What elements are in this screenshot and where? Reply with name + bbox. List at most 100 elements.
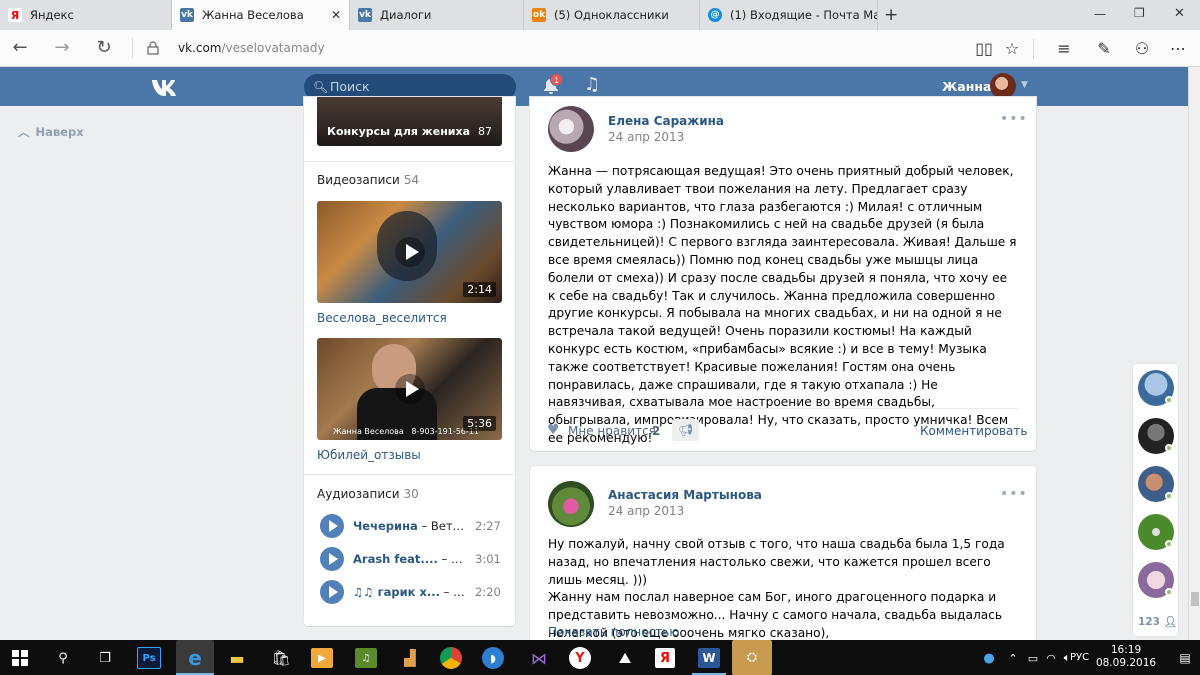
audio-title[interactable]: ОМ... bbox=[451, 552, 468, 566]
vk-logo-icon[interactable] bbox=[151, 79, 183, 97]
online-indicator bbox=[1165, 396, 1173, 404]
tab-zhanna-veselova[interactable]: vk Жанна Веселова ✕ bbox=[172, 0, 350, 30]
minimize-icon[interactable]: — bbox=[1094, 7, 1106, 21]
play-icon[interactable] bbox=[320, 514, 344, 538]
play-icon[interactable] bbox=[395, 374, 425, 404]
audio-section-title[interactable]: Аудиозаписи 30 bbox=[317, 487, 419, 501]
avatar[interactable] bbox=[548, 481, 594, 527]
back-label: Наверх bbox=[35, 125, 84, 139]
yandex-icon[interactable]: Я bbox=[655, 648, 675, 668]
avatar[interactable] bbox=[548, 106, 594, 152]
word-icon[interactable]: W bbox=[698, 648, 720, 668]
tab-mail[interactable]: @ (1) Входящие - Почта Mail. bbox=[700, 0, 878, 30]
close-window-icon[interactable]: ✕ bbox=[1174, 6, 1185, 21]
audio-title[interactable]: Ветро... bbox=[431, 519, 468, 533]
maximize-icon[interactable]: ❐ bbox=[1134, 6, 1145, 20]
windows-taskbar: ⚲ ❐ Ps e ▬ 🛍︎ ▶ ♫ ▟ ◗ ⋈ Y ⛰ Я W ⛭ ● ⌃ ▭ … bbox=[0, 640, 1200, 675]
back-to-top-link[interactable]: ︿ Наверх bbox=[18, 124, 84, 140]
edge-browser-icon[interactable]: e bbox=[176, 640, 214, 675]
store-icon[interactable]: 🛍︎ bbox=[268, 645, 294, 671]
avatar[interactable] bbox=[990, 73, 1016, 99]
audio-artist[interactable]: ♫♫ гарик х... bbox=[353, 585, 440, 599]
address-bar-row: ← → ↻ vk.com/veselovatamady ▯▯ ☆ ≡ ✎ ⚇ ⋯ bbox=[0, 30, 1200, 67]
tab-odnoklassniki[interactable]: ok (5) Одноклассники bbox=[524, 0, 700, 30]
forward-arrow-icon[interactable]: → bbox=[50, 38, 74, 58]
audio-artist[interactable]: Arash feat.... bbox=[353, 552, 438, 566]
chrome-icon[interactable] bbox=[440, 647, 462, 669]
system-clock[interactable]: 16:19 08.09.2016 bbox=[1092, 644, 1160, 670]
task-view-icon[interactable]: ❐ bbox=[92, 645, 118, 671]
back-arrow-icon[interactable]: ← bbox=[8, 38, 32, 58]
user-name[interactable]: Жанна bbox=[942, 79, 991, 94]
share-megaphone-icon[interactable]: 📢︎ bbox=[672, 419, 699, 441]
input-language[interactable]: РУС bbox=[1070, 652, 1089, 663]
tab-dialogs[interactable]: vk Диалоги bbox=[350, 0, 524, 30]
audio-text: Чечерина – Ветро... bbox=[353, 519, 468, 533]
online-indicator bbox=[1165, 540, 1173, 548]
friends-online-count[interactable]: 123 👤︎ bbox=[1138, 615, 1177, 628]
video-title-link[interactable]: Юбилей_отзывы bbox=[317, 448, 421, 462]
search-icon[interactable]: ⚲ bbox=[50, 645, 76, 671]
post-date[interactable]: 24 апр 2013 bbox=[608, 130, 684, 144]
post-date[interactable]: 24 апр 2013 bbox=[608, 504, 684, 518]
comment-button[interactable]: Комментировать bbox=[920, 424, 1027, 438]
visual-studio-icon[interactable]: ⋈ bbox=[526, 645, 552, 671]
audio-title[interactable]: Мо... bbox=[453, 585, 468, 599]
play-icon[interactable] bbox=[395, 237, 425, 267]
network-status-icon[interactable]: ● bbox=[976, 645, 1002, 671]
audio-row[interactable]: Arash feat.... – ОМ... 3:01 bbox=[320, 547, 501, 571]
file-explorer-icon[interactable]: ▬ bbox=[224, 645, 250, 671]
like-button[interactable]: Мне нравится bbox=[568, 424, 656, 438]
video-thumbnail[interactable]: 2:14 bbox=[317, 201, 502, 303]
yandex-browser-icon[interactable]: Y bbox=[569, 647, 591, 669]
video-thumbnail[interactable]: Жанна Веселова 8-903-191-56-11 5:36 bbox=[317, 338, 502, 440]
new-tab-icon[interactable]: + bbox=[884, 5, 898, 25]
more-options-icon[interactable]: ••• bbox=[1000, 111, 1028, 127]
more-options-icon[interactable]: ••• bbox=[1000, 486, 1028, 502]
video-title-link[interactable]: Веселова_веселится bbox=[317, 311, 447, 325]
app-icon[interactable]: ⛭ bbox=[732, 640, 772, 675]
play-icon[interactable] bbox=[320, 547, 344, 571]
audio-artist[interactable]: Чечерина bbox=[353, 519, 418, 533]
url-field[interactable]: vk.com/veselovatamady bbox=[178, 41, 325, 55]
scrollbar-thumb[interactable] bbox=[1191, 592, 1199, 606]
app-icon[interactable]: ▟ bbox=[397, 645, 423, 671]
app-icon[interactable]: ◗ bbox=[482, 647, 504, 669]
action-center-icon[interactable]: ▤ bbox=[1172, 645, 1198, 671]
chevron-up-icon: ︿ bbox=[18, 125, 30, 139]
tab-label: (1) Входящие - Почта Mail. bbox=[730, 8, 878, 22]
more-menu-icon[interactable]: ⋯ bbox=[1168, 39, 1188, 58]
videos-section-title[interactable]: Видеозаписи 54 bbox=[317, 173, 419, 187]
audio-count: 30 bbox=[403, 487, 419, 501]
audio-text: Arash feat.... – ОМ... bbox=[353, 552, 468, 566]
share-icon[interactable]: ⚇ bbox=[1132, 39, 1152, 58]
media-player-icon[interactable]: ▶ bbox=[311, 648, 333, 668]
app-icon[interactable]: ♫ bbox=[355, 648, 377, 668]
post-author-link[interactable]: Анастасия Мартынова bbox=[608, 488, 762, 502]
close-tab-icon[interactable]: ✕ bbox=[331, 8, 341, 22]
tab-yandex[interactable]: Я Яндекс bbox=[0, 0, 172, 30]
hub-icon[interactable]: ≡ bbox=[1054, 39, 1074, 58]
favorite-star-icon[interactable]: ☆ bbox=[1002, 39, 1022, 58]
post-author-link[interactable]: Елена Саражина bbox=[608, 114, 724, 128]
heart-icon[interactable]: ♥ bbox=[547, 422, 560, 438]
photoshop-icon[interactable]: Ps bbox=[137, 647, 161, 669]
photos-icon[interactable]: ⛰ bbox=[612, 645, 638, 671]
show-more-link[interactable]: Показать полностью... bbox=[548, 625, 691, 639]
audio-row[interactable]: Чечерина – Ветро... 2:27 bbox=[320, 514, 501, 538]
chevron-down-icon[interactable]: ▼ bbox=[1021, 80, 1028, 90]
audio-row[interactable]: ♫♫ гарик х... – Мо... 2:20 bbox=[320, 580, 501, 604]
windows-start-icon[interactable] bbox=[12, 650, 28, 666]
friends-count-text: 123 bbox=[1138, 616, 1160, 628]
web-note-icon[interactable]: ✎ bbox=[1094, 39, 1114, 58]
online-indicator bbox=[1165, 492, 1173, 500]
music-icon[interactable]: ♫ bbox=[584, 74, 600, 95]
album-thumbnail[interactable]: Конкурсы для жениха и... 87 bbox=[317, 97, 502, 146]
post-text: Жанна — потрясающая ведущая! Это очень п… bbox=[548, 164, 1017, 445]
refresh-icon[interactable]: ↻ bbox=[92, 38, 116, 58]
audio-text: ♫♫ гарик х... – Мо... bbox=[353, 585, 468, 599]
page-scrollbar[interactable] bbox=[1188, 67, 1200, 640]
tab-label: Яндекс bbox=[30, 8, 74, 22]
reading-view-icon[interactable]: ▯▯ bbox=[974, 39, 994, 58]
play-icon[interactable] bbox=[320, 580, 344, 604]
